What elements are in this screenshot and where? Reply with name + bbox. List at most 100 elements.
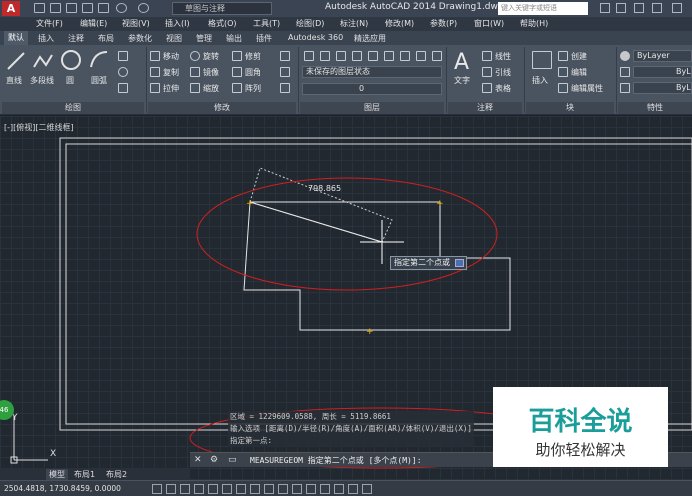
mirror-button[interactable]: 镜像 bbox=[203, 67, 219, 78]
transparency-icon[interactable] bbox=[306, 484, 316, 494]
tab-manage[interactable]: 管理 bbox=[196, 33, 212, 44]
layer-icon[interactable] bbox=[368, 51, 378, 61]
command-input[interactable]: MEASUREGEOM 指定第二个点或 [多个点(M)]: bbox=[250, 455, 422, 466]
panel-draw-title[interactable]: 绘图 bbox=[2, 102, 144, 114]
ducs-icon[interactable] bbox=[264, 484, 274, 494]
arc-icon[interactable] bbox=[88, 49, 110, 71]
move-button[interactable]: 移动 bbox=[163, 51, 179, 62]
annotation-monitor-icon[interactable] bbox=[348, 484, 358, 494]
menu-file[interactable]: 文件(F) bbox=[36, 18, 63, 29]
layer-icon[interactable] bbox=[432, 51, 442, 61]
scale-button[interactable]: 缩放 bbox=[203, 83, 219, 94]
insert-button[interactable]: 插入 bbox=[532, 75, 548, 86]
polyline-button[interactable]: 多段线 bbox=[30, 75, 54, 86]
otrack-icon[interactable] bbox=[250, 484, 260, 494]
ellipse-icon[interactable] bbox=[118, 67, 128, 77]
polyline-icon[interactable] bbox=[32, 51, 54, 71]
layer-icon[interactable] bbox=[352, 51, 362, 61]
arc-button[interactable]: 圆弧 bbox=[91, 75, 107, 86]
redo-icon[interactable] bbox=[138, 3, 149, 13]
help-icon[interactable] bbox=[652, 3, 662, 13]
model-space-icon[interactable] bbox=[362, 484, 372, 494]
linear-button[interactable]: 线性 bbox=[495, 51, 511, 62]
tab-default[interactable]: 默认 bbox=[4, 31, 28, 45]
layer-icon[interactable] bbox=[320, 51, 330, 61]
infer-constraints-icon[interactable] bbox=[152, 484, 162, 494]
coordinates-readout[interactable]: 2504.4818, 1730.8459, 0.0000 bbox=[4, 484, 121, 493]
tab-layout1[interactable]: 布局1 bbox=[74, 469, 95, 480]
explode-icon[interactable] bbox=[280, 67, 290, 77]
tab-featured-apps[interactable]: 精选应用 bbox=[354, 33, 386, 44]
tooltip-options-icon[interactable] bbox=[455, 259, 464, 267]
new-file-icon[interactable] bbox=[34, 3, 45, 13]
close-icon[interactable]: ✕ bbox=[194, 455, 202, 465]
trim-button[interactable]: 修剪 bbox=[245, 51, 261, 62]
tab-autodesk-360[interactable]: Autodesk 360 bbox=[288, 33, 343, 42]
layer-icon[interactable] bbox=[384, 51, 394, 61]
rotate-button[interactable]: 旋转 bbox=[203, 51, 219, 62]
menu-dimension[interactable]: 标注(N) bbox=[340, 18, 368, 29]
layer-icon[interactable] bbox=[416, 51, 426, 61]
ortho-icon[interactable] bbox=[194, 484, 204, 494]
3d-osnap-icon[interactable] bbox=[236, 484, 246, 494]
menu-view[interactable]: 视图(V) bbox=[122, 18, 150, 29]
rectangle-icon[interactable] bbox=[118, 51, 128, 61]
search-icon[interactable] bbox=[600, 3, 610, 13]
array-button[interactable]: 阵列 bbox=[245, 83, 261, 94]
grid-icon[interactable] bbox=[180, 484, 190, 494]
lineweight-icon[interactable] bbox=[620, 67, 630, 77]
copy-button[interactable]: 复制 bbox=[163, 67, 179, 78]
tab-view[interactable]: 视图 bbox=[166, 33, 182, 44]
current-layer-dropdown[interactable]: 0 bbox=[302, 83, 442, 95]
offset-icon[interactable] bbox=[280, 83, 290, 93]
create-button[interactable]: 创建 bbox=[571, 51, 587, 62]
stretch-button[interactable]: 拉伸 bbox=[163, 83, 179, 94]
edit-attribute-button[interactable]: 编辑属性 bbox=[571, 83, 603, 94]
circle-button[interactable]: 圆 bbox=[66, 75, 74, 86]
save-icon[interactable] bbox=[66, 3, 77, 13]
line-button[interactable]: 直线 bbox=[6, 75, 22, 86]
tab-model[interactable]: 模型 bbox=[46, 469, 68, 480]
color-icon[interactable] bbox=[620, 51, 630, 61]
dynamic-input-tooltip[interactable]: 指定第二个点或 bbox=[390, 256, 467, 270]
menu-edit[interactable]: 编辑(E) bbox=[80, 18, 107, 29]
save-as-icon[interactable] bbox=[82, 3, 93, 13]
tab-layout[interactable]: 布局 bbox=[98, 33, 114, 44]
table-button[interactable]: 表格 bbox=[495, 83, 511, 94]
panel-block-title[interactable]: 块 bbox=[526, 102, 614, 114]
menu-insert[interactable]: 插入(I) bbox=[165, 18, 190, 29]
menu-draw[interactable]: 绘图(D) bbox=[296, 18, 324, 29]
osnap-icon[interactable] bbox=[222, 484, 232, 494]
open-file-icon[interactable] bbox=[50, 3, 61, 13]
undo-icon[interactable] bbox=[116, 3, 127, 13]
dynamic-input-icon[interactable] bbox=[278, 484, 288, 494]
quick-properties-icon[interactable] bbox=[320, 484, 330, 494]
circle-icon[interactable] bbox=[60, 49, 82, 71]
selection-cycling-icon[interactable] bbox=[334, 484, 344, 494]
layer-icon[interactable] bbox=[336, 51, 346, 61]
lineweight-dropdown[interactable]: ByL bbox=[633, 66, 692, 78]
panel-layers-title[interactable]: 图层 bbox=[300, 102, 444, 114]
panel-modify-title[interactable]: 修改 bbox=[148, 102, 296, 114]
layer-state-dropdown[interactable]: 未保存的图层状态 bbox=[302, 66, 442, 78]
leader-button[interactable]: 引线 bbox=[495, 67, 511, 78]
minimize-icon[interactable] bbox=[672, 3, 682, 13]
snap-mode-icon[interactable] bbox=[166, 484, 176, 494]
text-icon[interactable]: A bbox=[452, 49, 474, 73]
wrench-icon[interactable]: ⚙ bbox=[210, 455, 218, 465]
menu-window[interactable]: 窗口(W) bbox=[474, 18, 504, 29]
line-icon[interactable] bbox=[6, 51, 26, 71]
autocad-logo-icon[interactable]: A bbox=[2, 1, 20, 16]
menu-help[interactable]: 帮助(H) bbox=[520, 18, 548, 29]
user-icon[interactable] bbox=[616, 3, 626, 13]
search-input[interactable]: 键入关键字或短语 bbox=[498, 2, 588, 15]
workspace-dropdown[interactable]: 草图与注释 bbox=[172, 2, 272, 15]
menu-modify[interactable]: 修改(M) bbox=[385, 18, 414, 29]
menu-tools[interactable]: 工具(T) bbox=[253, 18, 280, 29]
text-button[interactable]: 文字 bbox=[454, 75, 470, 86]
linetype-icon[interactable] bbox=[620, 83, 630, 93]
insert-block-icon[interactable] bbox=[532, 51, 552, 69]
print-icon[interactable] bbox=[98, 3, 109, 13]
tab-plugins[interactable]: 插件 bbox=[256, 33, 272, 44]
fillet-button[interactable]: 圆角 bbox=[245, 67, 261, 78]
